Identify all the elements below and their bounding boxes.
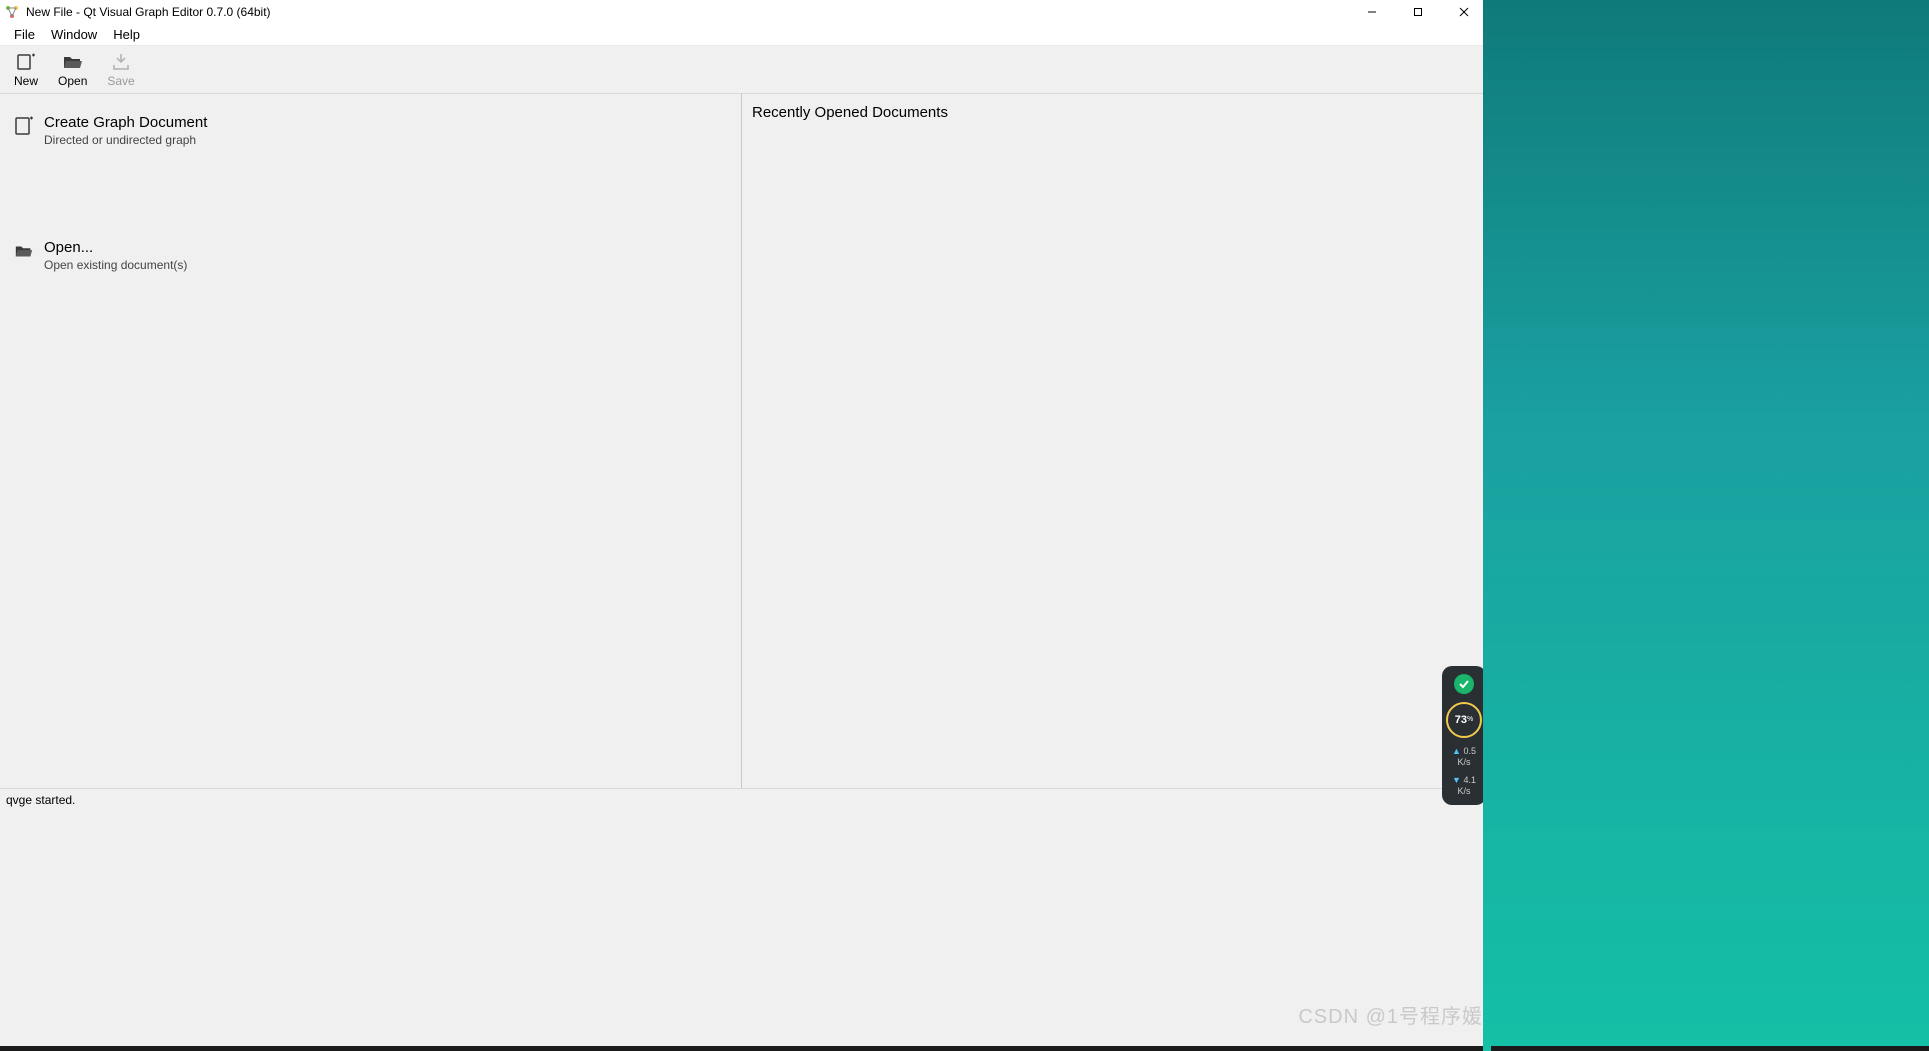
titlebar: New File - Qt Visual Graph Editor 0.7.0 …: [0, 0, 1491, 24]
toolbar: New Open Save: [0, 46, 1491, 94]
create-graph-action[interactable]: Create Graph Document Directed or undire…: [10, 108, 731, 153]
open-text: Open... Open existing document(s): [44, 239, 187, 272]
new-button[interactable]: New: [10, 50, 42, 90]
menubar: File Window Help: [0, 24, 1491, 46]
network-down: ▼ 4.1K/s: [1452, 775, 1476, 797]
new-document-icon: [14, 116, 34, 136]
open-action[interactable]: Open... Open existing document(s): [10, 233, 731, 278]
close-button[interactable]: [1441, 0, 1487, 24]
create-graph-title: Create Graph Document: [44, 114, 207, 131]
shield-check-icon: [1454, 674, 1474, 694]
menu-file[interactable]: File: [6, 25, 43, 44]
window-controls: [1349, 0, 1487, 24]
save-button: Save: [103, 50, 138, 90]
save-icon: [110, 52, 132, 72]
create-graph-subtitle: Directed or undirected graph: [44, 133, 207, 147]
open-title: Open...: [44, 239, 187, 256]
folder-icon: [14, 241, 34, 261]
folder-open-icon: [62, 52, 84, 72]
percent-unit: %: [1467, 716, 1473, 723]
app-icon: [4, 4, 20, 20]
taskbar[interactable]: [0, 1046, 1929, 1051]
network-up: ▲ 0.5K/s: [1452, 746, 1476, 768]
system-monitor-widget[interactable]: 73% ▲ 0.5K/s ▼ 4.1K/s: [1442, 666, 1486, 805]
status-text: qvge started.: [6, 793, 75, 807]
statusbar: qvge started.: [0, 788, 1491, 810]
new-file-icon: [15, 52, 37, 72]
left-panel: Create Graph Document Directed or undire…: [0, 94, 742, 788]
desktop-background-slice: [1483, 0, 1491, 1051]
save-button-label: Save: [107, 74, 134, 88]
open-button-label: Open: [58, 74, 87, 88]
new-button-label: New: [14, 74, 38, 88]
main-content: Create Graph Document Directed or undire…: [0, 94, 1491, 788]
app-window: New File - Qt Visual Graph Editor 0.7.0 …: [0, 0, 1491, 810]
open-subtitle: Open existing document(s): [44, 258, 187, 272]
minimize-button[interactable]: [1349, 0, 1395, 24]
window-title: New File - Qt Visual Graph Editor 0.7.0 …: [26, 5, 1349, 19]
watermark: CSDN @1号程序媛: [1298, 1000, 1483, 1029]
open-button[interactable]: Open: [54, 50, 91, 90]
menu-help[interactable]: Help: [105, 25, 148, 44]
right-panel: Recently Opened Documents: [742, 94, 1491, 788]
menu-window[interactable]: Window: [43, 25, 105, 44]
maximize-button[interactable]: [1395, 0, 1441, 24]
recent-documents-header: Recently Opened Documents: [752, 104, 1481, 121]
desktop-background: [1491, 0, 1929, 1051]
cpu-percent: 73: [1455, 714, 1467, 726]
cpu-usage-ring: 73%: [1446, 702, 1482, 738]
create-graph-text: Create Graph Document Directed or undire…: [44, 114, 207, 147]
